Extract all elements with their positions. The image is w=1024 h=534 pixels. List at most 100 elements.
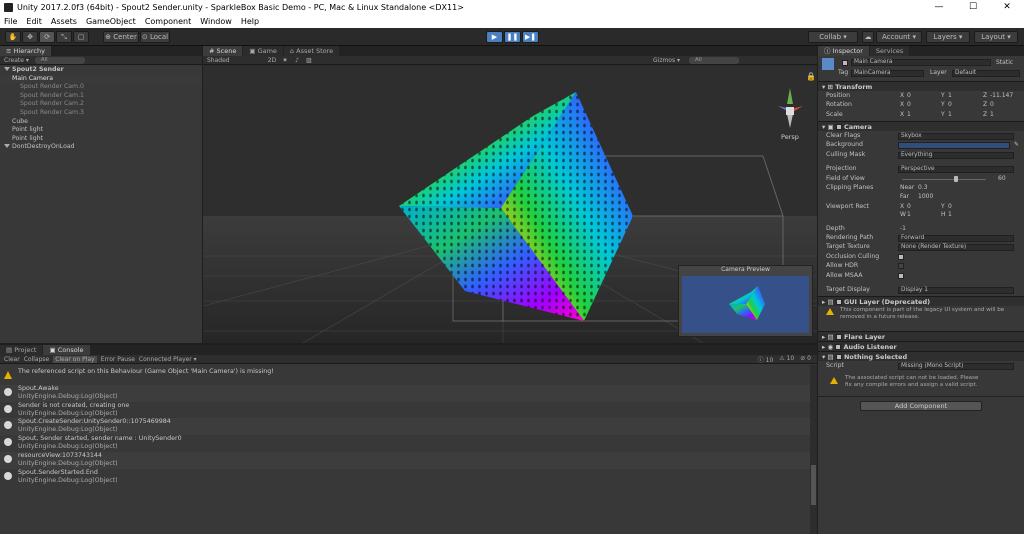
hierarchy-item[interactable]: Spout Render Cam.2 bbox=[0, 100, 202, 109]
hierarchy-item[interactable]: Main Camera bbox=[0, 74, 202, 84]
menu-edit[interactable]: Edit bbox=[26, 17, 42, 26]
target-display-dropdown[interactable]: Display 1 bbox=[898, 286, 1014, 294]
menu-gameobject[interactable]: GameObject bbox=[86, 17, 136, 26]
layer-dropdown[interactable]: Default bbox=[952, 69, 1020, 77]
hierarchy-item[interactable]: Spout Render Cam.0 bbox=[0, 83, 202, 92]
console-log-entry[interactable]: Spout.Awake UnityEngine.Debug:Log(Object) bbox=[0, 384, 812, 402]
console-connected-player-dropdown[interactable]: Connected Player ▾ bbox=[139, 356, 197, 363]
hierarchy-search-input[interactable]: All bbox=[34, 56, 85, 64]
scale-x-field[interactable]: 1 bbox=[907, 110, 911, 120]
menu-window[interactable]: Window bbox=[200, 17, 232, 26]
far-clip-field[interactable]: 1000 bbox=[918, 192, 933, 202]
console-log-entry[interactable]: Spout, Sender started, sender name : Uni… bbox=[0, 435, 812, 452]
eyedropper-icon[interactable]: ✎ bbox=[1014, 140, 1019, 150]
hierarchy-item[interactable]: DontDestroyOnLoad bbox=[0, 143, 202, 152]
fov-slider-handle[interactable] bbox=[954, 176, 958, 182]
tab-hierarchy[interactable]: ≡ Hierarchy bbox=[0, 46, 51, 56]
rotation-y-field[interactable]: 0 bbox=[948, 100, 952, 110]
console-collapse-button[interactable]: Collapse bbox=[24, 356, 50, 363]
scene-search-input[interactable]: All bbox=[689, 56, 739, 64]
tab-console[interactable]: ▣ Console bbox=[43, 345, 90, 355]
add-component-button[interactable]: Add Component bbox=[860, 401, 982, 411]
minimize-button[interactable]: — bbox=[922, 0, 956, 15]
tab-game[interactable]: ▣ Game bbox=[243, 46, 283, 56]
gizmos-dropdown[interactable]: Gizmos ▾ bbox=[653, 57, 689, 64]
viewport-w-field[interactable]: 1 bbox=[907, 210, 911, 220]
tab-project[interactable]: ▤ Project bbox=[0, 345, 43, 355]
rotation-z-field[interactable]: 0 bbox=[990, 100, 994, 110]
hand-tool-icon[interactable]: ✋ bbox=[5, 31, 21, 43]
account-button[interactable]: Account ▾ bbox=[876, 31, 922, 43]
flare-layer-component-header[interactable]: ▸ ▤ Flare Layer bbox=[818, 331, 1024, 341]
expand-arrow-icon[interactable] bbox=[4, 67, 10, 71]
lighting-toggle-icon[interactable]: ✷ bbox=[279, 57, 291, 64]
missing-script-component-header[interactable]: ▾ ▤ Nothing Selected bbox=[818, 351, 1024, 361]
expand-arrow-icon[interactable] bbox=[4, 144, 10, 149]
play-button[interactable]: ▶ bbox=[486, 31, 503, 43]
audio-toggle-icon[interactable]: ♪ bbox=[291, 57, 303, 64]
scale-z-field[interactable]: 1 bbox=[990, 110, 994, 120]
maximize-button[interactable]: ☐ bbox=[956, 0, 990, 15]
fov-slider-track[interactable] bbox=[902, 179, 986, 180]
menu-assets[interactable]: Assets bbox=[51, 17, 77, 26]
culling-mask-dropdown[interactable]: Everything bbox=[898, 151, 1014, 159]
create-button[interactable]: Create ▾ bbox=[4, 57, 29, 64]
move-tool-icon[interactable]: ✥ bbox=[22, 31, 38, 43]
cloud-icon[interactable]: ☁ bbox=[862, 31, 874, 43]
console-log-entry[interactable]: Spout.SenderStarted.End UnityEngine.Debug… bbox=[0, 469, 812, 486]
tab-asset-store[interactable]: ⌂ Asset Store bbox=[283, 46, 340, 56]
tab-inspector[interactable]: ⓘ Inspector bbox=[818, 46, 869, 56]
object-name-field[interactable]: Main Camera bbox=[851, 59, 991, 66]
console-log-entry[interactable]: Spout.CreateSender:UnitySender0::1075469… bbox=[0, 418, 812, 436]
tab-services[interactable]: Services bbox=[869, 46, 910, 56]
projection-dropdown[interactable]: Perspective bbox=[898, 165, 1014, 173]
persp-label[interactable]: Persp bbox=[781, 133, 799, 141]
tag-dropdown[interactable]: MainCamera bbox=[851, 69, 924, 77]
console-error-pause-button[interactable]: Error Pause bbox=[101, 356, 135, 363]
hierarchy-item[interactable]: Spout Render Cam.3 bbox=[0, 109, 202, 118]
pause-button[interactable]: ❚❚ bbox=[504, 31, 521, 43]
background-color-field[interactable] bbox=[898, 141, 1010, 149]
log-count-toggle[interactable]: ⓘ 10 bbox=[758, 355, 774, 364]
pivot-center-button[interactable]: ⊕ Center bbox=[103, 31, 139, 43]
viewport-h-field[interactable]: 1 bbox=[948, 210, 952, 220]
hierarchy-item[interactable]: Spout Render Cam.1 bbox=[0, 92, 202, 101]
hierarchy-item[interactable]: Spout2 Sender bbox=[0, 66, 202, 75]
menu-file[interactable]: File bbox=[4, 17, 17, 26]
scale-y-field[interactable]: 1 bbox=[948, 110, 952, 120]
pivot-local-button[interactable]: ⊙ Local bbox=[140, 31, 170, 43]
tab-scene[interactable]: # Scene bbox=[203, 46, 243, 56]
menu-help[interactable]: Help bbox=[241, 17, 259, 26]
lock-icon[interactable]: 🔒 bbox=[806, 72, 816, 81]
transform-component-header[interactable]: ▾ ⊞ Transform bbox=[818, 81, 1024, 91]
collab-button[interactable]: Collab ▾ bbox=[808, 31, 858, 43]
audio-listener-component-header[interactable]: ▸ ◉ Audio Listener bbox=[818, 341, 1024, 351]
scale-tool-icon[interactable]: ⤡ bbox=[56, 31, 72, 43]
allow-msaa-checkbox[interactable] bbox=[898, 273, 904, 279]
static-toggle[interactable]: Static bbox=[996, 58, 1013, 68]
effects-toggle-icon[interactable]: ▨ bbox=[303, 57, 315, 64]
active-checkbox[interactable] bbox=[842, 60, 848, 66]
console-clear-on-play-button[interactable]: Clear on Play bbox=[53, 355, 97, 363]
gui-layer-component-header[interactable]: ▸ ▤ GUI Layer (Deprecated) bbox=[818, 296, 1024, 306]
hierarchy-item[interactable]: Cube bbox=[0, 118, 202, 127]
console-scrollbar[interactable] bbox=[810, 365, 817, 534]
rotate-tool-icon[interactable]: ⟳ bbox=[39, 31, 55, 43]
2d-toggle[interactable]: 2D bbox=[265, 57, 279, 64]
occlusion-culling-checkbox[interactable] bbox=[898, 254, 904, 260]
menu-component[interactable]: Component bbox=[145, 17, 191, 26]
target-texture-field[interactable]: None (Render Texture) bbox=[898, 243, 1014, 251]
hierarchy-item[interactable]: Point light bbox=[0, 135, 202, 144]
close-button[interactable]: ✕ bbox=[990, 0, 1024, 15]
console-log-entry[interactable]: The referenced script on this Behaviour … bbox=[0, 368, 812, 385]
clear-flags-dropdown[interactable]: Skybox bbox=[898, 132, 1014, 140]
camera-component-header[interactable]: ▾ ▣ Camera bbox=[818, 121, 1024, 131]
shading-mode-dropdown[interactable]: Shaded bbox=[207, 57, 265, 64]
rect-tool-icon[interactable]: ▢ bbox=[73, 31, 89, 43]
hierarchy-item[interactable]: Point light bbox=[0, 126, 202, 135]
error-count-toggle[interactable]: ⊘ 0 bbox=[800, 355, 811, 364]
rotation-x-field[interactable]: 0 bbox=[907, 100, 911, 110]
warn-count-toggle[interactable]: ⚠ 10 bbox=[779, 355, 794, 364]
console-log-entry[interactable]: resourceView:1073743144 UnityEngine.Debug… bbox=[0, 452, 812, 469]
console-log-entry[interactable]: Sender is not created, creating one Unity… bbox=[0, 402, 812, 419]
